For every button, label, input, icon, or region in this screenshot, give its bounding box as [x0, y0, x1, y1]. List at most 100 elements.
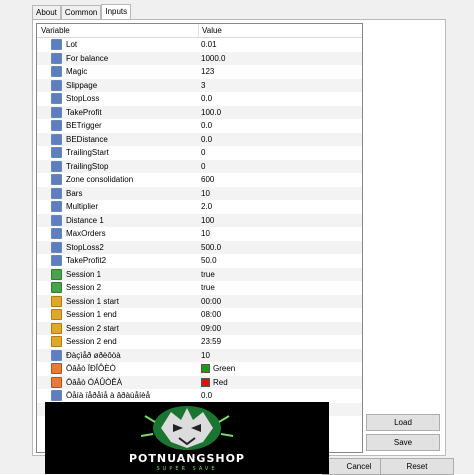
- bool-type-icon: [51, 268, 62, 280]
- value-cell[interactable]: 0: [201, 148, 205, 157]
- variable-name: For balance: [66, 53, 109, 63]
- variable-name: TrailingStop: [66, 161, 109, 171]
- variable-cell: TrailingStop: [51, 160, 109, 172]
- value-text: 100: [201, 215, 215, 225]
- variable-cell: BETrigger: [51, 120, 102, 132]
- value-cell[interactable]: 500.0: [201, 243, 221, 252]
- variable-cell: For balance: [51, 52, 109, 64]
- num-type-icon: [51, 160, 62, 172]
- value-cell[interactable]: 0.0: [201, 121, 212, 130]
- value-cell[interactable]: 1000.0: [201, 54, 225, 63]
- table-row[interactable]: Öåíà ïåðåìå à âðàùåíèå 0.0: [37, 389, 362, 403]
- variable-name: StopLoss: [66, 94, 100, 104]
- value-cell[interactable]: 2.0: [201, 202, 212, 211]
- variable-name: Multiplier: [66, 202, 99, 212]
- table-row[interactable]: TrailingStart 0: [37, 146, 362, 160]
- num-type-icon: [51, 228, 62, 240]
- value-cell[interactable]: Green: [201, 364, 235, 374]
- table-row[interactable]: Session 1 true: [37, 267, 362, 281]
- variable-name: Zone consolidation: [66, 175, 134, 185]
- tab-bar: About Common Inputs: [32, 4, 132, 21]
- table-row[interactable]: TakeProfit 100.0: [37, 105, 362, 119]
- value-cell[interactable]: true: [201, 270, 215, 279]
- num-type-icon: [51, 39, 62, 51]
- value-text: 23:59: [201, 337, 222, 347]
- num-type-icon: [51, 255, 62, 267]
- value-text: true: [201, 283, 215, 293]
- table-row[interactable]: MaxOrders 10: [37, 227, 362, 241]
- variable-cell: Öâåò ÓÁÛÒÊÀ: [51, 376, 122, 388]
- variable-name: Lot: [66, 40, 78, 50]
- table-row[interactable]: Session 2 start 09:00: [37, 321, 362, 335]
- variable-name: Session 2 end: [66, 337, 117, 347]
- table-row[interactable]: Distance 1 100: [37, 213, 362, 227]
- variable-name: TrailingStart: [66, 148, 109, 158]
- table-row[interactable]: BEDistance 0.0: [37, 132, 362, 146]
- table-row[interactable]: Session 1 start 00:00: [37, 294, 362, 308]
- value-text: 0.0: [201, 134, 213, 144]
- table-row[interactable]: For balance 1000.0: [37, 51, 362, 65]
- value-cell[interactable]: Red: [201, 377, 228, 387]
- value-cell[interactable]: 0: [201, 162, 205, 171]
- value-cell[interactable]: 123: [201, 67, 214, 76]
- variable-cell: Session 2 end: [51, 336, 117, 348]
- value-cell[interactable]: 100: [201, 216, 214, 225]
- value-cell[interactable]: 10: [201, 189, 210, 198]
- table-row[interactable]: Bars 10: [37, 186, 362, 200]
- table-row[interactable]: Session 2 true: [37, 281, 362, 295]
- table-row[interactable]: Öâåò ÏÐÎÔÈÒ Green: [37, 362, 362, 376]
- value-cell[interactable]: 50.0: [201, 256, 217, 265]
- table-row[interactable]: TakeProfit2 50.0: [37, 254, 362, 268]
- value-cell[interactable]: 100.0: [201, 108, 221, 117]
- value-text: 0.0: [201, 94, 213, 104]
- value-text: 10: [201, 229, 210, 239]
- value-cell[interactable]: 00:00: [201, 297, 221, 306]
- variable-cell: Session 2 start: [51, 322, 119, 334]
- value-cell[interactable]: 10: [201, 351, 210, 360]
- table-row[interactable]: Zone consolidation 600: [37, 173, 362, 187]
- load-button[interactable]: Load: [366, 414, 440, 431]
- table-row[interactable]: Session 1 end 08:00: [37, 308, 362, 322]
- value-cell[interactable]: 0.0: [201, 391, 212, 400]
- value-cell[interactable]: 0.0: [201, 135, 212, 144]
- table-row[interactable]: StopLoss2 500.0: [37, 240, 362, 254]
- reset-button[interactable]: Reset: [380, 458, 454, 475]
- str-type-icon: [51, 295, 62, 307]
- value-cell[interactable]: 23:59: [201, 337, 221, 346]
- variable-name: StopLoss2: [66, 242, 104, 252]
- tab-about[interactable]: About: [32, 5, 61, 20]
- value-text: 2.0: [201, 202, 213, 212]
- value-cell[interactable]: 0.0: [201, 94, 212, 103]
- header-variable[interactable]: Variable: [41, 26, 70, 35]
- value-cell[interactable]: 600: [201, 175, 214, 184]
- num-type-icon: [51, 66, 62, 78]
- value-text: 500.0: [201, 242, 222, 252]
- save-button[interactable]: Save: [366, 434, 440, 451]
- tab-common[interactable]: Common: [60, 5, 102, 20]
- table-row[interactable]: TrailingStop 0: [37, 159, 362, 173]
- table-row[interactable]: Öâåò ÓÁÛÒÊÀ Red: [37, 375, 362, 389]
- num-type-icon: [51, 52, 62, 64]
- table-row[interactable]: Ðàçìåð øðèôòà 10: [37, 348, 362, 362]
- value-cell[interactable]: 08:00: [201, 310, 221, 319]
- variable-name: BETrigger: [66, 121, 102, 131]
- variable-name: TakeProfit: [66, 107, 102, 117]
- table-row[interactable]: StopLoss 0.0: [37, 92, 362, 106]
- variable-name: Session 1 start: [66, 296, 119, 306]
- value-cell[interactable]: 10: [201, 229, 210, 238]
- table-row[interactable]: Multiplier 2.0: [37, 200, 362, 214]
- variable-cell: TrailingStart: [51, 147, 109, 159]
- value-cell[interactable]: true: [201, 283, 215, 292]
- shop-watermark-logo: POTNUANGSHOP SUPER SAVE: [45, 402, 329, 474]
- variable-name: Session 2 start: [66, 323, 119, 333]
- table-row[interactable]: BETrigger 0.0: [37, 119, 362, 133]
- table-row[interactable]: Session 2 end 23:59: [37, 335, 362, 349]
- table-row[interactable]: Magic 123: [37, 65, 362, 79]
- value-cell[interactable]: 3: [201, 81, 205, 90]
- str-type-icon: [51, 322, 62, 334]
- value-cell[interactable]: 09:00: [201, 324, 221, 333]
- value-cell[interactable]: 0.01: [201, 40, 217, 49]
- table-row[interactable]: Lot 0.01: [37, 38, 362, 52]
- header-value[interactable]: Value: [202, 26, 222, 35]
- table-row[interactable]: Slippage 3: [37, 78, 362, 92]
